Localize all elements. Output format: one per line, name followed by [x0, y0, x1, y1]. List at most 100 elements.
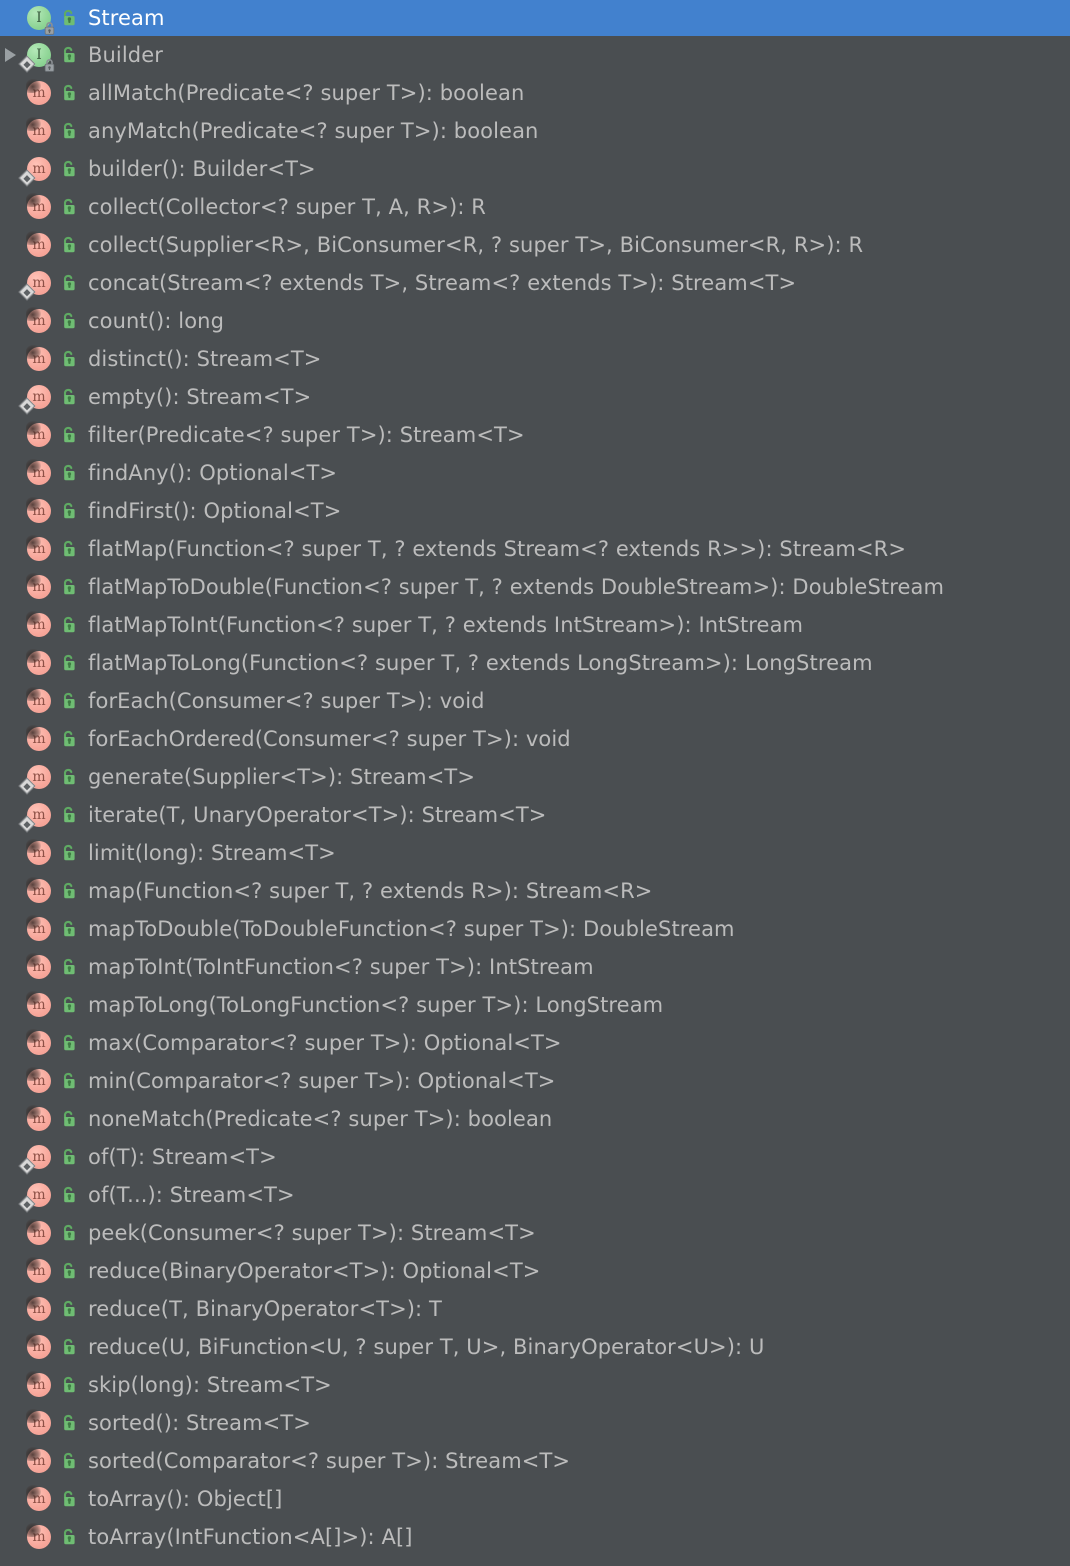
method-glyph: m	[27, 1449, 51, 1473]
unlocked-padlock-icon	[58, 842, 80, 864]
tree-row-label: Builder	[88, 43, 163, 67]
tree-row[interactable]: m flatMapToDouble(Function<? super T, ? e…	[0, 568, 1070, 606]
unlocked-padlock-icon	[58, 614, 80, 636]
tree-row-label: findAny(): Optional<T>	[88, 461, 338, 485]
structure-tree[interactable]: I Stream I Builder m allMatch(Predicate<? sup…	[0, 0, 1070, 1566]
tree-row[interactable]: m noneMatch(Predicate<? super T>): boolea…	[0, 1100, 1070, 1138]
tree-row[interactable]: m empty(): Stream<T>	[0, 378, 1070, 416]
tree-expander-cell	[0, 910, 18, 948]
tree-row[interactable]: m distinct(): Stream<T>	[0, 340, 1070, 378]
tree-expander-cell	[0, 986, 18, 1024]
tree-expander-cell	[0, 1328, 18, 1366]
tree-row[interactable]: m flatMapToInt(Function<? super T, ? exte…	[0, 606, 1070, 644]
tree-row[interactable]: m toArray(IntFunction<A[]>): A[]	[0, 1518, 1070, 1556]
tree-row[interactable]: m mapToLong(ToLongFunction<? super T>): L…	[0, 986, 1070, 1024]
unlocked-padlock-icon	[58, 690, 80, 712]
unlocked-padlock-icon	[58, 7, 80, 29]
tree-expander-cell	[0, 1176, 18, 1214]
tree-row[interactable]: m peek(Consumer<? super T>): Stream<T>	[0, 1214, 1070, 1252]
method-glyph: m	[27, 841, 51, 865]
tree-root-row[interactable]: I Stream	[0, 0, 1070, 36]
tree-row[interactable]: m reduce(U, BiFunction<U, ? super T, U>, …	[0, 1328, 1070, 1366]
unlocked-padlock-icon	[58, 386, 80, 408]
tree-row-label: min(Comparator<? super T>): Optional<T>	[88, 1069, 556, 1093]
tree-row[interactable]: m collect(Collector<? super T, A, R>): R	[0, 188, 1070, 226]
tree-row[interactable]: m filter(Predicate<? super T>): Stream<T>	[0, 416, 1070, 454]
chevron-right-icon[interactable]	[5, 48, 16, 62]
method-icon: m	[18, 1180, 54, 1213]
tree-row[interactable]: m iterate(T, UnaryOperator<T>): Stream<T>	[0, 796, 1070, 834]
unlocked-padlock-icon	[58, 1146, 80, 1168]
tree-row[interactable]: m limit(long): Stream<T>	[0, 834, 1070, 872]
tree-expander-cell	[0, 454, 18, 492]
unlocked-padlock-icon	[58, 462, 80, 484]
tree-row-label: sorted(): Stream<T>	[88, 1411, 311, 1435]
unlocked-padlock-icon	[58, 196, 80, 218]
method-icon: m	[24, 344, 54, 374]
tree-row[interactable]: m min(Comparator<? super T>): Optional<T>	[0, 1062, 1070, 1100]
tree-row[interactable]: m anyMatch(Predicate<? super T>): boolean	[0, 112, 1070, 150]
tree-row[interactable]: m reduce(BinaryOperator<T>): Optional<T>	[0, 1252, 1070, 1290]
unlocked-padlock-icon	[58, 652, 80, 674]
tree-row-label: iterate(T, UnaryOperator<T>): Stream<T>	[88, 803, 547, 827]
method-icon: m	[24, 990, 54, 1020]
tree-row[interactable]: m skip(long): Stream<T>	[0, 1366, 1070, 1404]
tree-expander-cell	[0, 112, 18, 150]
tree-row-label: reduce(U, BiFunction<U, ? super T, U>, B…	[88, 1335, 765, 1359]
unlocked-padlock-icon	[58, 348, 80, 370]
tree-row[interactable]: m toArray(): Object[]	[0, 1480, 1070, 1518]
tree-row[interactable]: m count(): long	[0, 302, 1070, 340]
method-glyph: m	[27, 195, 51, 219]
tree-row[interactable]: m max(Comparator<? super T>): Optional<T>	[0, 1024, 1070, 1062]
tree-row-label: noneMatch(Predicate<? super T>): boolean	[88, 1107, 553, 1131]
tree-row[interactable]: m findFirst(): Optional<T>	[0, 492, 1070, 530]
interface-icon: I	[24, 3, 55, 35]
unlocked-padlock-icon	[58, 804, 80, 826]
tree-row[interactable]: m sorted(): Stream<T>	[0, 1404, 1070, 1442]
tree-row-label: filter(Predicate<? super T>): Stream<T>	[88, 423, 525, 447]
tree-row[interactable]: m generate(Supplier<T>): Stream<T>	[0, 758, 1070, 796]
tree-row[interactable]: m of(T): Stream<T>	[0, 1138, 1070, 1176]
tree-row[interactable]: m findAny(): Optional<T>	[0, 454, 1070, 492]
tree-expander-cell	[0, 378, 18, 416]
method-glyph: m	[27, 1373, 51, 1397]
tree-row-label: builder(): Builder<T>	[88, 157, 316, 181]
tree-row[interactable]: m sorted(Comparator<? super T>): Stream<T…	[0, 1442, 1070, 1480]
method-icon: m	[18, 268, 54, 301]
method-glyph: m	[27, 1411, 51, 1435]
tree-expander-cell	[0, 1252, 18, 1290]
method-icon: m	[24, 1408, 54, 1438]
method-icon: m	[24, 1484, 54, 1514]
tree-expander-cell	[0, 1062, 18, 1100]
tree-row[interactable]: m reduce(T, BinaryOperator<T>): T	[0, 1290, 1070, 1328]
unlocked-padlock-icon	[58, 158, 80, 180]
method-icon: m	[24, 1294, 54, 1324]
tree-row[interactable]: m forEachOrdered(Consumer<? super T>): vo…	[0, 720, 1070, 758]
tree-row-label: of(T...): Stream<T>	[88, 1183, 295, 1207]
tree-expander-cell[interactable]	[0, 36, 18, 74]
tree-row-label: limit(long): Stream<T>	[88, 841, 336, 865]
tree-row-label: findFirst(): Optional<T>	[88, 499, 342, 523]
method-glyph: m	[27, 1297, 51, 1321]
tree-row[interactable]: m of(T...): Stream<T>	[0, 1176, 1070, 1214]
tree-row[interactable]: m flatMapToLong(Function<? super T, ? ext…	[0, 644, 1070, 682]
tree-row-label: flatMapToLong(Function<? super T, ? exte…	[88, 651, 873, 675]
method-icon: m	[24, 192, 54, 222]
tree-row[interactable]: m concat(Stream<? extends T>, Stream<? ex…	[0, 264, 1070, 302]
tree-row[interactable]: m map(Function<? super T, ? extends R>): …	[0, 872, 1070, 910]
method-icon: m	[24, 648, 54, 678]
tree-row[interactable]: m mapToDouble(ToDoubleFunction<? super T>…	[0, 910, 1070, 948]
tree-row-label: toArray(): Object[]	[88, 1487, 283, 1511]
tree-row-label: reduce(T, BinaryOperator<T>): T	[88, 1297, 442, 1321]
tree-row[interactable]: m flatMap(Function<? super T, ? extends S…	[0, 530, 1070, 568]
tree-expander-cell	[0, 1290, 18, 1328]
tree-row[interactable]: I Builder	[0, 36, 1070, 74]
tree-row[interactable]: m builder(): Builder<T>	[0, 150, 1070, 188]
tree-row[interactable]: m mapToInt(ToIntFunction<? super T>): Int…	[0, 948, 1070, 986]
method-icon: m	[18, 800, 54, 833]
tree-row[interactable]: m collect(Supplier<R>, BiConsumer<R, ? su…	[0, 226, 1070, 264]
tree-row[interactable]: m allMatch(Predicate<? super T>): boolean	[0, 74, 1070, 112]
unlocked-padlock-icon	[58, 1336, 80, 1358]
method-icon: m	[24, 724, 54, 754]
tree-row[interactable]: m forEach(Consumer<? super T>): void	[0, 682, 1070, 720]
